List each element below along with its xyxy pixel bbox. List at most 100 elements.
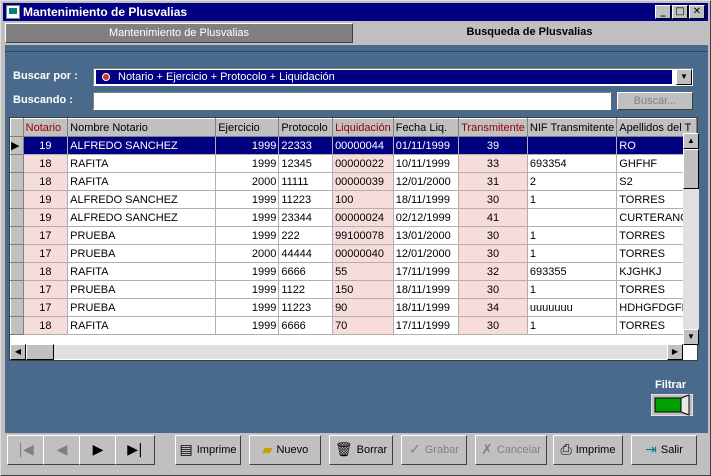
row-indicator[interactable] <box>10 208 24 227</box>
table-cell[interactable]: 01/11/1999 <box>392 136 460 155</box>
table-row[interactable]: 19 ALFREDO SANCHEZ 1999 11223 100 18/11/1999 3… <box>10 190 697 209</box>
table-cell[interactable]: 41 <box>458 208 528 227</box>
table-cell[interactable]: 90 <box>332 298 394 317</box>
table-cell[interactable]: 18/11/1999 <box>392 190 460 209</box>
table-cell[interactable]: PRUEBA <box>67 226 217 245</box>
row-indicator[interactable] <box>10 172 24 191</box>
table-cell[interactable]: ALFREDO SANCHEZ <box>67 208 217 227</box>
col-protocolo[interactable]: Protocolo <box>278 118 334 137</box>
cancelar-button[interactable]: ✗ Cancelar <box>475 435 547 465</box>
table-cell[interactable]: RAFITA <box>67 154 217 173</box>
vertical-scrollbar[interactable]: ▲ ▼ <box>683 133 699 345</box>
table-cell[interactable]: 18/11/1999 <box>392 298 460 317</box>
table-cell[interactable] <box>526 136 618 155</box>
table-cell[interactable]: 1999 <box>215 280 280 299</box>
table-cell[interactable]: 1 <box>526 190 618 209</box>
table-cell[interactable]: 1 <box>526 226 618 245</box>
col-ejercicio[interactable]: Ejercicio <box>215 118 280 137</box>
table-cell[interactable]: 1999 <box>215 226 280 245</box>
table-cell[interactable]: 100 <box>332 190 394 209</box>
table-cell[interactable]: 1999 <box>215 298 280 317</box>
table-cell[interactable]: 32 <box>458 262 528 281</box>
table-cell[interactable]: 17 <box>22 226 69 245</box>
table-cell[interactable]: 12345 <box>278 154 334 173</box>
table-cell[interactable]: 39 <box>458 136 528 155</box>
horizontal-scrollbar[interactable]: ◀ ▶ <box>10 344 683 360</box>
row-indicator[interactable] <box>10 316 24 335</box>
table-cell[interactable]: 1 <box>526 316 618 335</box>
table-cell[interactable]: 02/12/1999 <box>392 208 460 227</box>
table-cell[interactable]: 1 <box>526 244 618 263</box>
table-cell[interactable]: 17 <box>22 298 69 317</box>
col-nif-transmitente[interactable]: NIF Transmitente <box>526 118 618 137</box>
table-cell[interactable]: 55 <box>332 262 394 281</box>
first-record-button[interactable]: |◀ <box>7 435 45 465</box>
table-cell[interactable]: 00000040 <box>332 244 394 263</box>
table-cell[interactable]: 30 <box>458 316 528 335</box>
table-cell[interactable]: 6666 <box>278 316 334 335</box>
col-liquidacion[interactable]: Liquidación <box>332 118 394 137</box>
borrar-button[interactable]: 🗑 Borrar <box>329 435 393 465</box>
table-cell[interactable]: 17/11/1999 <box>392 316 460 335</box>
hscroll-thumb[interactable] <box>26 344 54 360</box>
table-cell[interactable]: ALFREDO SANCHEZ <box>67 136 217 155</box>
filtrar-button[interactable] <box>651 394 693 416</box>
row-indicator[interactable]: ▶ <box>10 136 24 155</box>
table-cell[interactable]: RAFITA <box>67 316 217 335</box>
maximize-button[interactable]: □ <box>672 5 688 19</box>
table-cell[interactable]: 11223 <box>278 190 334 209</box>
table-cell[interactable]: 19 <box>22 190 69 209</box>
table-cell[interactable]: 19 <box>22 136 69 155</box>
table-cell[interactable]: 17 <box>22 280 69 299</box>
table-cell[interactable]: 00000022 <box>332 154 394 173</box>
table-cell[interactable]: 30 <box>458 226 528 245</box>
table-cell[interactable]: 18 <box>22 172 69 191</box>
table-row[interactable]: 17 PRUEBA 1999 11223 90 18/11/1999 34 uuuuuuu HD… <box>10 298 697 317</box>
next-record-button[interactable]: ▶ <box>79 435 117 465</box>
table-cell[interactable]: RAFITA <box>67 172 217 191</box>
table-cell[interactable]: 2000 <box>215 172 280 191</box>
table-cell[interactable]: RAFITA <box>67 262 217 281</box>
table-cell[interactable]: 34 <box>458 298 528 317</box>
table-cell[interactable]: 18/11/1999 <box>392 280 460 299</box>
row-indicator[interactable] <box>10 226 24 245</box>
table-cell[interactable]: 11111 <box>278 172 334 191</box>
table-cell[interactable]: 1999 <box>215 136 280 155</box>
table-cell[interactable]: 2000 <box>215 244 280 263</box>
row-indicator[interactable] <box>10 280 24 299</box>
table-cell[interactable]: 30 <box>458 280 528 299</box>
table-cell[interactable]: PRUEBA <box>67 298 217 317</box>
table-cell[interactable]: 19 <box>22 208 69 227</box>
table-cell[interactable]: 44444 <box>278 244 334 263</box>
table-cell[interactable]: 222 <box>278 226 334 245</box>
table-cell[interactable]: 6666 <box>278 262 334 281</box>
table-cell[interactable]: 00000024 <box>332 208 394 227</box>
close-button[interactable]: ✕ <box>689 5 705 19</box>
table-cell[interactable]: 2 <box>526 172 618 191</box>
table-cell[interactable]: 12/01/2000 <box>392 172 460 191</box>
table-cell[interactable]: 30 <box>458 244 528 263</box>
col-notario[interactable]: Notario <box>22 118 69 137</box>
scroll-up-icon[interactable]: ▲ <box>683 133 699 149</box>
table-cell[interactable]: 1999 <box>215 208 280 227</box>
table-cell[interactable]: 00000044 <box>332 136 394 155</box>
scroll-right-icon[interactable]: ▶ <box>667 344 683 360</box>
nuevo-button[interactable]: ▰ Nuevo <box>249 435 321 465</box>
table-cell[interactable]: 17/11/1999 <box>392 262 460 281</box>
table-cell[interactable]: 23344 <box>278 208 334 227</box>
prev-record-button[interactable]: ◀ <box>43 435 81 465</box>
buscando-input[interactable] <box>93 92 611 110</box>
row-indicator[interactable] <box>10 244 24 263</box>
scroll-thumb[interactable] <box>683 149 699 189</box>
table-cell[interactable]: 22333 <box>278 136 334 155</box>
col-nombre-notario[interactable]: Nombre Notario <box>67 118 217 137</box>
table-cell[interactable]: 1999 <box>215 316 280 335</box>
table-cell[interactable]: 18 <box>22 262 69 281</box>
table-cell[interactable]: ALFREDO SANCHEZ <box>67 190 217 209</box>
imprime-report-button[interactable]: ⎙ Imprime <box>553 435 623 465</box>
results-grid[interactable]: Notario Nombre Notario Ejercicio Protoco… <box>9 117 698 361</box>
row-indicator[interactable] <box>10 298 24 317</box>
buscar-por-select[interactable]: Notario + Ejercicio + Protocolo + Liquid… <box>93 68 693 86</box>
last-record-button[interactable]: ▶| <box>115 435 155 465</box>
table-cell[interactable]: 693354 <box>526 154 618 173</box>
